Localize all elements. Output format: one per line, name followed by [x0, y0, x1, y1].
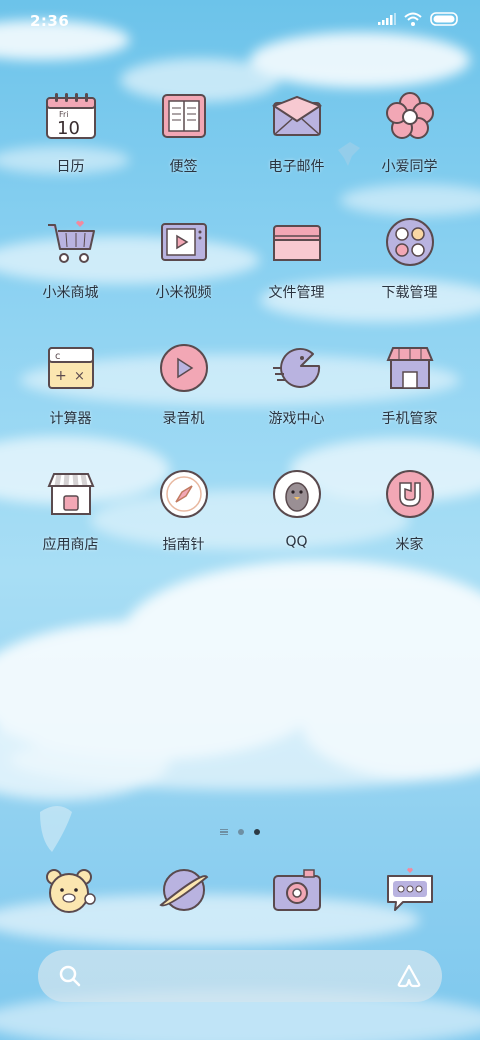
- battery-icon: [430, 12, 458, 26]
- app-app-store[interactable]: 应用商店: [14, 462, 127, 588]
- search-bar[interactable]: [38, 950, 442, 1002]
- app-calculator[interactable]: c + × 计算器: [14, 336, 127, 462]
- app-calendar[interactable]: Fri 10 日历: [14, 84, 127, 210]
- calendar-icon: Fri 10: [45, 90, 97, 142]
- dock-browser[interactable]: [127, 862, 240, 918]
- app-label: 下载管理: [381, 285, 438, 301]
- signal-icon: [378, 13, 396, 25]
- penguin-icon: [271, 468, 323, 520]
- app-label: 小米商城: [42, 285, 99, 301]
- app-label: 指南针: [162, 537, 205, 553]
- status-time: 2:36: [30, 12, 70, 30]
- app-label: 手机管家: [381, 411, 438, 427]
- page-list-icon: [220, 829, 228, 835]
- app-label: 电子邮件: [268, 159, 325, 175]
- dock-messages[interactable]: [353, 862, 466, 918]
- svg-text:×: ×: [74, 369, 85, 384]
- dock-camera[interactable]: [240, 862, 353, 918]
- app-qq[interactable]: QQ: [240, 462, 353, 588]
- app-xiaoai[interactable]: 小爱同学: [353, 84, 466, 210]
- app-label: 小爱同学: [381, 159, 438, 175]
- app-security[interactable]: 手机管家: [353, 336, 466, 462]
- svg-text:+: +: [55, 368, 67, 384]
- store-icon: [45, 468, 97, 520]
- dock-phone[interactable]: [14, 862, 127, 918]
- app-label: QQ: [285, 534, 308, 550]
- mijia-icon: [384, 468, 436, 520]
- status-bar: 2:36: [0, 0, 480, 40]
- app-downloads[interactable]: 下载管理: [353, 210, 466, 336]
- app-compass[interactable]: 指南针: [127, 462, 240, 588]
- page-dot-active: [254, 829, 260, 835]
- dock: [14, 862, 466, 918]
- page-dot: [238, 829, 244, 835]
- app-label: 游戏中心: [268, 411, 325, 427]
- cart-icon: [45, 216, 97, 268]
- shop-icon: [384, 342, 436, 394]
- svg-text:c: c: [55, 351, 61, 362]
- compass-icon: [158, 468, 210, 520]
- app-mi-video[interactable]: 小米视频: [127, 210, 240, 336]
- app-grid: Fri 10 日历 便签 电子邮件 小爱同学 小米商城 小米视频 文件管理 下载…: [14, 84, 466, 588]
- folder-icon: [271, 216, 323, 268]
- app-label: 日历: [56, 159, 85, 175]
- flower-icon: [384, 90, 436, 142]
- app-mi-store[interactable]: 小米商城: [14, 210, 127, 336]
- camera-icon: [269, 862, 325, 918]
- app-notes[interactable]: 便签: [127, 84, 240, 210]
- calculator-icon: c + ×: [45, 342, 97, 394]
- app-email[interactable]: 电子邮件: [240, 84, 353, 210]
- assistant-icon[interactable]: [396, 964, 422, 988]
- app-recorder[interactable]: 录音机: [127, 336, 240, 462]
- mail-icon: [271, 90, 323, 142]
- app-mijia[interactable]: 米家: [353, 462, 466, 588]
- search-icon: [59, 965, 81, 987]
- bear-phone-icon: [43, 862, 99, 918]
- app-label: 应用商店: [42, 537, 99, 553]
- app-file-manager[interactable]: 文件管理: [240, 210, 353, 336]
- status-icons: [378, 12, 460, 26]
- app-label: 计算器: [49, 411, 92, 427]
- app-label: 便签: [169, 159, 198, 175]
- tv-icon: [158, 216, 210, 268]
- svg-text:10: 10: [57, 118, 80, 139]
- page-indicator[interactable]: [0, 829, 480, 835]
- app-label: 文件管理: [268, 285, 325, 301]
- app-label: 录音机: [162, 411, 205, 427]
- notes-icon: [158, 90, 210, 142]
- game-icon: [271, 342, 323, 394]
- app-label: 米家: [395, 537, 424, 553]
- recorder-icon: [158, 342, 210, 394]
- wifi-icon: [404, 12, 422, 26]
- planet-browser-icon: [156, 862, 212, 918]
- message-icon: [382, 862, 438, 918]
- download-icon: [384, 216, 436, 268]
- app-label: 小米视频: [155, 285, 212, 301]
- app-game-center[interactable]: 游戏中心: [240, 336, 353, 462]
